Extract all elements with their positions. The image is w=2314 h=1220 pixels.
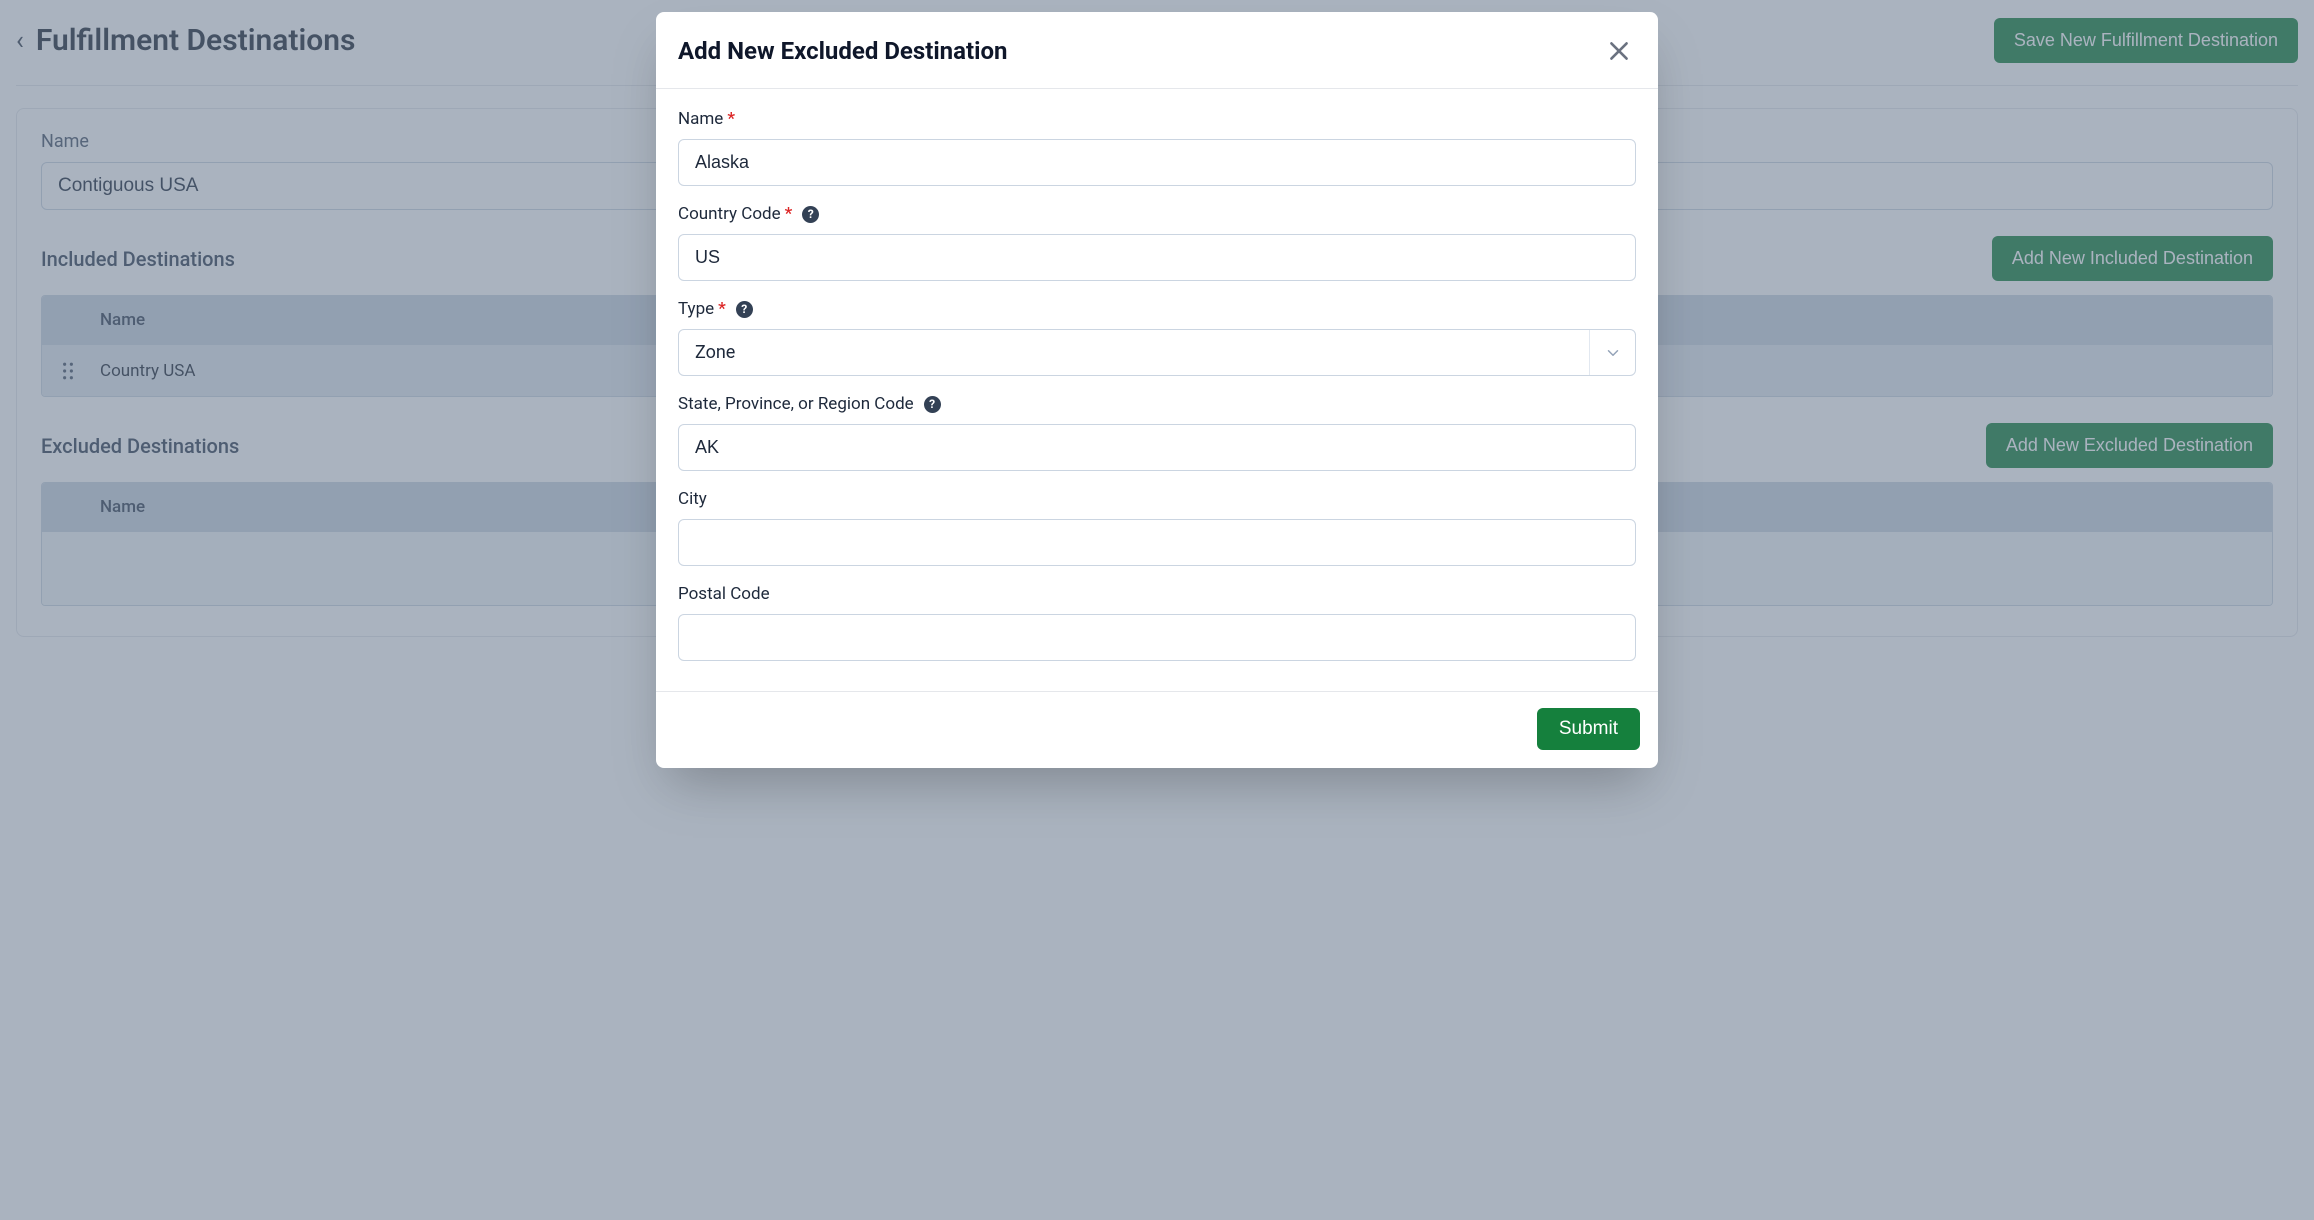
close-icon: [1606, 38, 1632, 64]
modal-name-input[interactable]: [678, 139, 1636, 186]
modal-header: Add New Excluded Destination: [656, 12, 1658, 89]
chevron-down-icon: [1589, 330, 1635, 375]
modal-postal-code-label: Postal Code: [678, 584, 1636, 604]
modal-country-code-label: Country Code* ?: [678, 204, 1636, 224]
help-icon[interactable]: ?: [924, 396, 941, 413]
submit-button[interactable]: Submit: [1537, 708, 1640, 750]
modal-type-label: Type* ?: [678, 299, 1636, 319]
modal-city-input[interactable]: [678, 519, 1636, 566]
modal-name-label: Name*: [678, 109, 1636, 129]
required-star: *: [727, 109, 735, 129]
modal-country-code-input[interactable]: [678, 234, 1636, 281]
modal-postal-code-input[interactable]: [678, 614, 1636, 661]
help-icon[interactable]: ?: [802, 206, 819, 223]
modal-footer: Submit: [656, 691, 1658, 768]
required-star: *: [718, 299, 726, 319]
modal-type-value: Zone: [679, 330, 1589, 375]
modal-body: Name* Country Code* ? Type* ? Zone: [656, 89, 1658, 691]
close-button[interactable]: [1602, 34, 1636, 68]
modal-type-select[interactable]: Zone: [678, 329, 1636, 376]
modal-region-code-input[interactable]: [678, 424, 1636, 471]
modal-region-code-label: State, Province, or Region Code ?: [678, 394, 1636, 414]
modal-city-label: City: [678, 489, 1636, 509]
modal-title: Add New Excluded Destination: [678, 37, 1007, 65]
add-excluded-destination-modal: Add New Excluded Destination Name* Count…: [656, 12, 1658, 768]
help-icon[interactable]: ?: [736, 301, 753, 318]
required-star: *: [785, 204, 793, 224]
